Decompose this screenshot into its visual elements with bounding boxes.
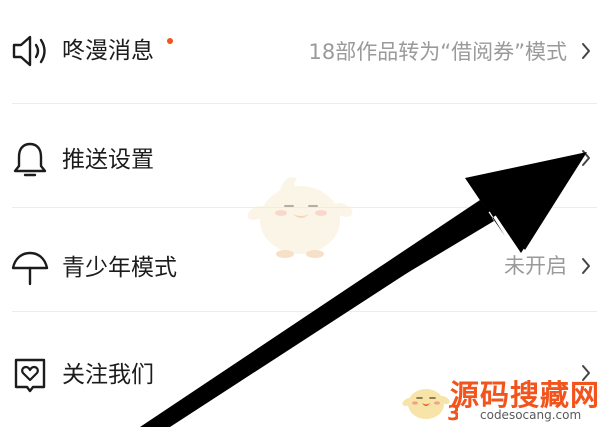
settings-item-value: 未开启: [504, 254, 567, 278]
watermark-url: codesocang.com: [480, 408, 582, 422]
bell-icon: [13, 142, 47, 177]
settings-item-label: 咚漫消息: [62, 38, 154, 64]
chevron-right-icon: [582, 43, 590, 59]
mascot-watermark: [247, 177, 353, 258]
chevron-right-icon: [582, 258, 590, 274]
settings-item-label: 青少年模式: [62, 255, 177, 281]
settings-item-label: 推送设置: [62, 147, 154, 173]
unread-badge: [167, 38, 173, 44]
umbrella-icon: [11, 251, 49, 286]
site-watermark: 3 源码搜藏网 codesocang.com: [402, 372, 597, 427]
chevron-right-icon: [582, 150, 590, 166]
heart-card-icon: [14, 358, 46, 393]
settings-item-value: 18部作品转为“借阅券”模式: [308, 40, 567, 64]
settings-item-messages[interactable]: 咚漫消息 18部作品转为“借阅券”模式: [0, 0, 597, 104]
speaker-icon: [12, 35, 46, 67]
settings-item-label: 关注我们: [62, 362, 154, 388]
